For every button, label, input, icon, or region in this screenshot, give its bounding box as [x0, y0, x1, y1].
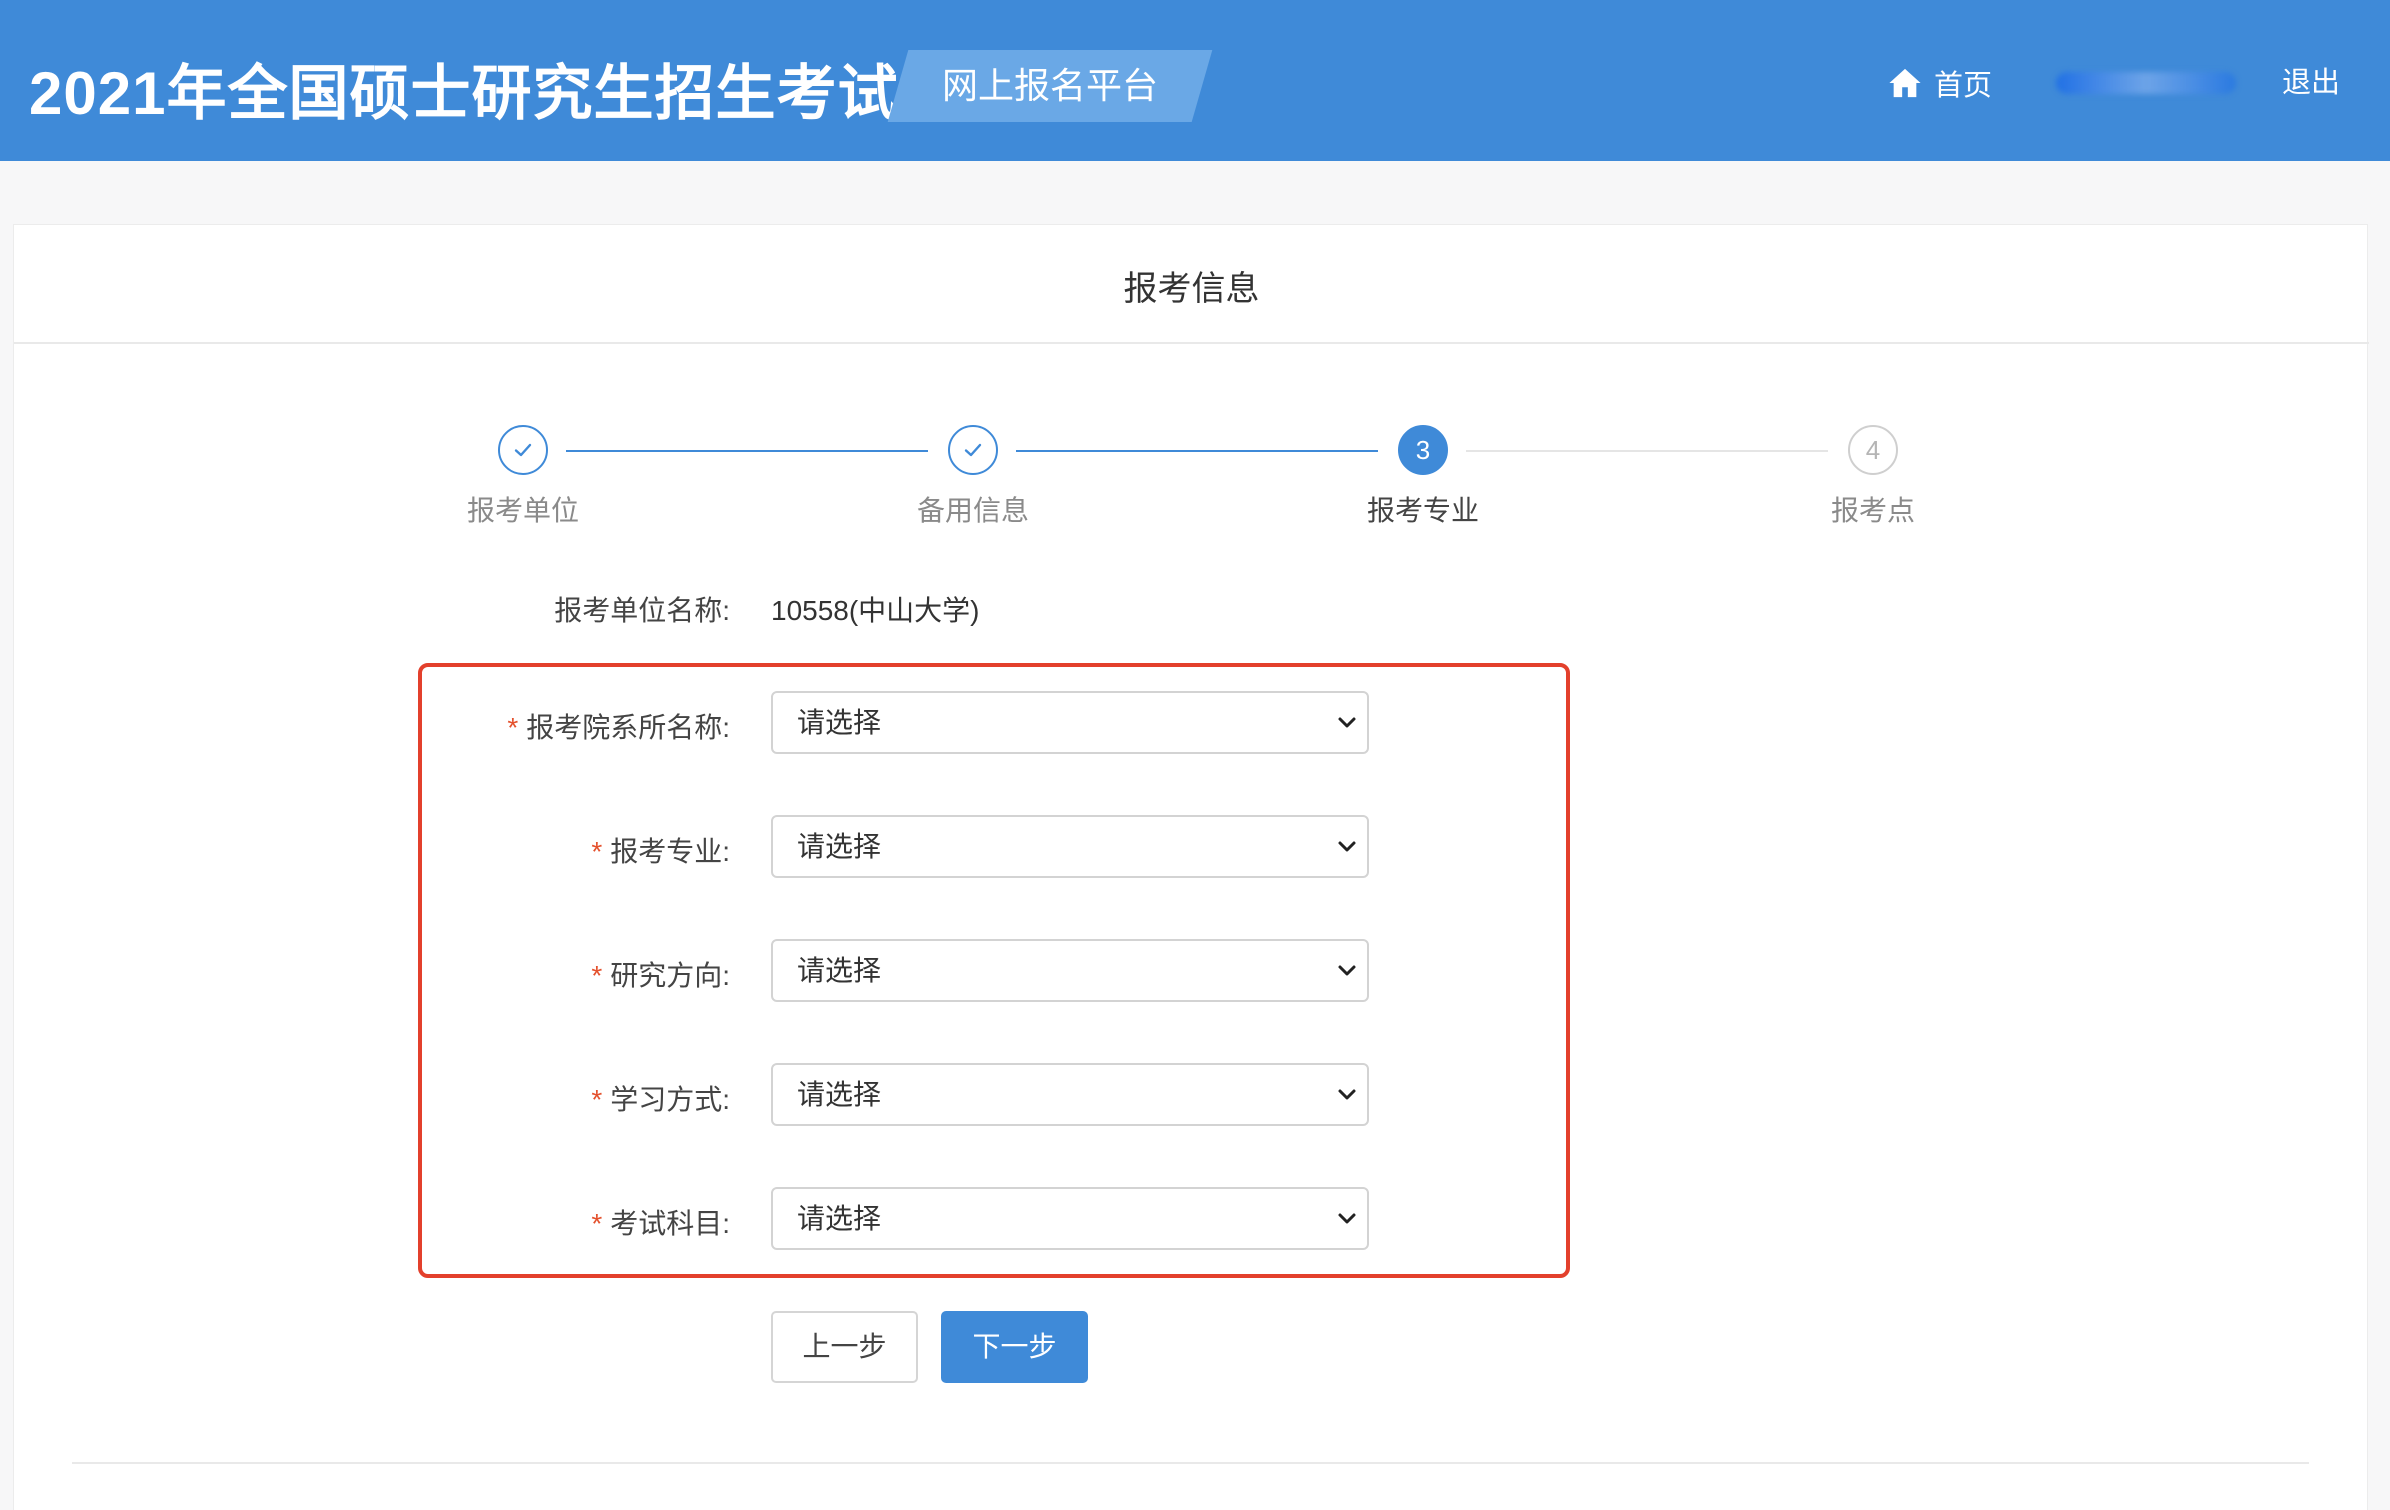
- research-direction-label-text: 研究方向:: [610, 960, 730, 991]
- site-title: 2021年全国硕士研究生招生考试: [29, 60, 899, 127]
- study-mode-label-text: 学习方式:: [610, 1084, 730, 1115]
- check-icon: [514, 443, 532, 457]
- step-1-label: 报考单位: [466, 495, 579, 526]
- unit-name-label: 报考单位名称:: [554, 595, 730, 626]
- user-name-redacted: [2056, 72, 2236, 94]
- step-1: 报考单位: [373, 425, 673, 529]
- required-mark: *: [591, 960, 603, 991]
- required-mark: *: [507, 712, 519, 743]
- chevron-down-icon: [1338, 1089, 1356, 1100]
- exam-subjects-select-value: 请选择: [797, 1203, 882, 1234]
- department-select[interactable]: 请选择: [771, 691, 1369, 754]
- research-direction-select-value: 请选择: [797, 955, 882, 986]
- chevron-down-icon: [1338, 717, 1356, 728]
- exam-subjects-select[interactable]: 请选择: [771, 1187, 1369, 1250]
- department-select-value: 请选择: [797, 707, 882, 738]
- check-icon: [964, 443, 982, 457]
- card-header: 报考信息: [14, 225, 2369, 344]
- platform-tag-label: 网上报名平台: [941, 65, 1158, 106]
- study-mode-select[interactable]: 请选择: [771, 1063, 1369, 1126]
- study-mode-select-value: 请选择: [797, 1079, 882, 1110]
- chevron-down-icon: [1338, 841, 1356, 852]
- step-3-circle: 3: [1398, 425, 1448, 475]
- platform-tag: 网上报名平台: [887, 50, 1213, 122]
- step-2: 备用信息: [823, 425, 1123, 529]
- step-4-circle: 4: [1848, 425, 1898, 475]
- department-label: * 报考院系所名称:: [507, 706, 730, 746]
- required-mark: *: [591, 836, 603, 867]
- major-label: * 报考专业:: [591, 830, 730, 870]
- step-3-label: 报考专业: [1366, 495, 1479, 526]
- step-1-circle: [498, 425, 548, 475]
- home-icon: [1889, 68, 1921, 98]
- research-direction-label: * 研究方向:: [591, 954, 730, 994]
- chevron-down-icon: [1338, 1213, 1356, 1224]
- major-label-text: 报考专业:: [610, 836, 730, 867]
- step-4-label: 报考点: [1830, 495, 1915, 526]
- required-mark: *: [591, 1208, 603, 1239]
- step-2-circle: [948, 425, 998, 475]
- research-direction-select[interactable]: 请选择: [771, 939, 1369, 1002]
- home-label: 首页: [1934, 70, 1993, 102]
- home-link[interactable]: 首页: [1888, 60, 1992, 106]
- exam-subjects-label: * 考试科目:: [591, 1202, 730, 1242]
- logout-link[interactable]: 退出: [2282, 60, 2340, 106]
- unit-name-value: 10558(中山大学): [771, 595, 980, 626]
- chevron-down-icon: [1338, 965, 1356, 976]
- required-mark: *: [591, 1084, 603, 1115]
- major-select-value: 请选择: [797, 831, 882, 862]
- study-mode-label: * 学习方式:: [591, 1078, 730, 1118]
- top-header: 2021年全国硕士研究生招生考试 网上报名平台 首页 退出: [0, 0, 2390, 161]
- step-4: 4 报考点: [1723, 425, 2023, 529]
- step-3: 3 报考专业: [1273, 425, 1573, 529]
- major-select[interactable]: 请选择: [771, 815, 1369, 878]
- prev-step-button[interactable]: 上一步: [771, 1311, 918, 1383]
- card-title: 报考信息: [1123, 270, 1260, 308]
- step-2-label: 备用信息: [916, 495, 1029, 526]
- exam-subjects-label-text: 考试科目:: [610, 1208, 730, 1239]
- department-label-text: 报考院系所名称:: [526, 712, 730, 743]
- next-step-button[interactable]: 下一步: [941, 1311, 1088, 1383]
- bottom-divider: [72, 1462, 2309, 1464]
